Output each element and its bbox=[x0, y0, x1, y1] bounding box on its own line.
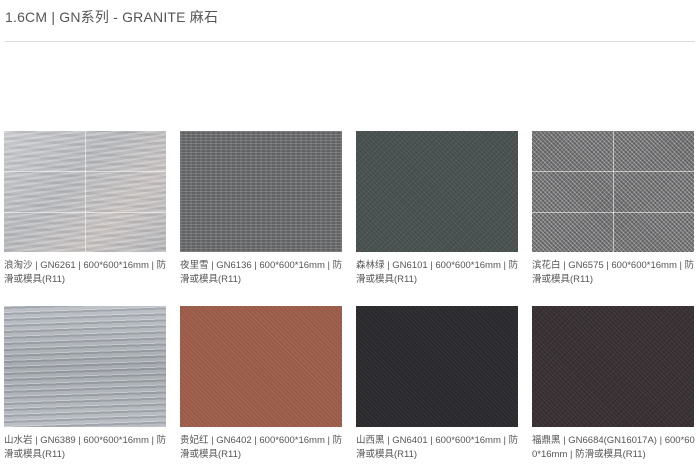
product-caption[interactable]: 夜里雪 | GN6136 | 600*600*16mm | 防滑或模具(R11) bbox=[180, 259, 344, 287]
product-image[interactable] bbox=[4, 306, 166, 427]
product-card[interactable]: 夜里雪 | GN6136 | 600*600*16mm | 防滑或模具(R11) bbox=[180, 131, 344, 287]
product-caption[interactable]: 贵妃红 | GN6402 | 600*600*16mm | 防滑或模具(R11) bbox=[180, 434, 344, 462]
product-caption[interactable]: 福鼎黑 | GN6684(GN16017A) | 600*600*16mm | … bbox=[532, 434, 696, 462]
product-caption[interactable]: 山水岩 | GN6389 | 600*600*16mm | 防滑或模具(R11) bbox=[4, 434, 168, 462]
product-image[interactable] bbox=[356, 306, 518, 427]
product-card[interactable]: 滨花白 | GN6575 | 600*600*16mm | 防滑或模具(R11) bbox=[532, 131, 696, 287]
product-image[interactable] bbox=[356, 131, 518, 252]
product-caption[interactable]: 滨花白 | GN6575 | 600*600*16mm | 防滑或模具(R11) bbox=[532, 259, 696, 287]
product-grid: 浪淘沙 | GN6261 | 600*600*16mm | 防滑或模具(R11)… bbox=[4, 131, 696, 465]
product-card[interactable]: 山水岩 | GN6389 | 600*600*16mm | 防滑或模具(R11) bbox=[4, 306, 168, 462]
product-caption[interactable]: 山西黑 | GN6401 | 600*600*16mm | 防滑或模具(R11) bbox=[356, 434, 520, 462]
product-card[interactable]: 森林绿 | GN6101 | 600*600*16mm | 防滑或模具(R11) bbox=[356, 131, 520, 287]
product-card[interactable]: 贵妃红 | GN6402 | 600*600*16mm | 防滑或模具(R11) bbox=[180, 306, 344, 462]
product-image[interactable] bbox=[4, 131, 166, 252]
title-divider bbox=[5, 41, 695, 42]
product-image[interactable] bbox=[532, 306, 694, 427]
product-card[interactable]: 浪淘沙 | GN6261 | 600*600*16mm | 防滑或模具(R11) bbox=[4, 131, 168, 287]
product-caption[interactable]: 森林绿 | GN6101 | 600*600*16mm | 防滑或模具(R11) bbox=[356, 259, 520, 287]
page-title: 1.6CM | GN系列 - GRANITE 麻石 bbox=[5, 9, 219, 25]
product-image[interactable] bbox=[180, 131, 342, 252]
product-caption[interactable]: 浪淘沙 | GN6261 | 600*600*16mm | 防滑或模具(R11) bbox=[4, 259, 168, 287]
product-image[interactable] bbox=[532, 131, 694, 252]
product-card[interactable]: 山西黑 | GN6401 | 600*600*16mm | 防滑或模具(R11) bbox=[356, 306, 520, 462]
product-card[interactable]: 福鼎黑 | GN6684(GN16017A) | 600*600*16mm | … bbox=[532, 306, 696, 462]
product-image[interactable] bbox=[180, 306, 342, 427]
